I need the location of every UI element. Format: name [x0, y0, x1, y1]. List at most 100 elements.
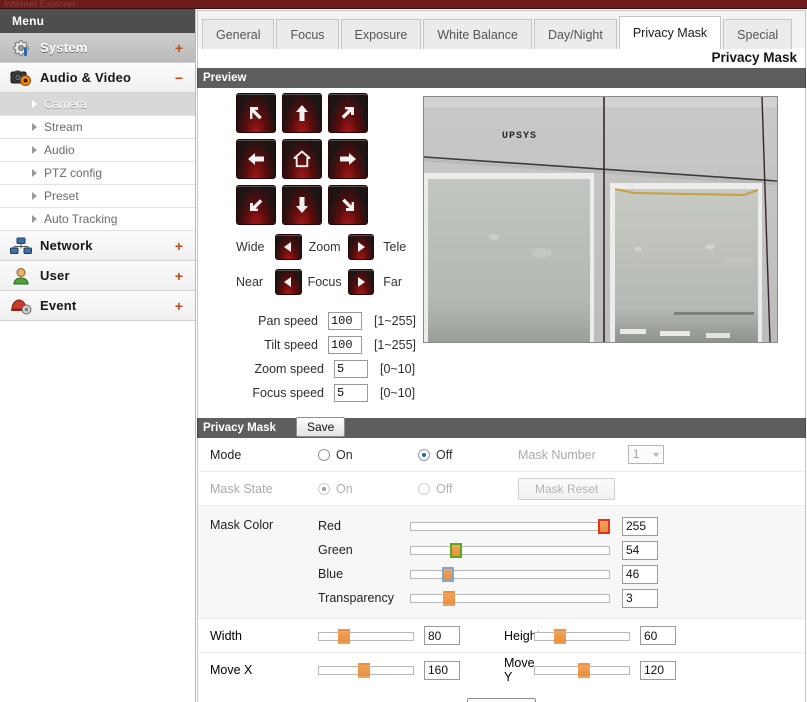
pan-speed-label: Pan speed [258, 314, 318, 328]
transparency-slider[interactable] [410, 591, 610, 606]
sidebar-item-audio[interactable]: Audio [0, 139, 195, 162]
height-value-input[interactable] [640, 626, 676, 645]
move-x-slider[interactable] [318, 663, 414, 678]
chevron-right-icon [32, 100, 37, 108]
slider-track [534, 631, 630, 641]
chevron-right-icon [32, 123, 37, 131]
red-slider[interactable] [410, 519, 610, 534]
blue-slider[interactable] [410, 567, 610, 582]
sidebar-item-camera[interactable]: Camera [0, 93, 195, 116]
ptz-up-left-button[interactable] [236, 93, 276, 133]
sidebar-group-audio-video[interactable]: Audio & Video − [0, 63, 195, 93]
blue-value-input[interactable] [622, 564, 658, 584]
sidebar-toggle-event[interactable]: + [175, 299, 183, 313]
slider-thumb[interactable] [443, 591, 455, 606]
tilt-speed-input[interactable] [327, 336, 362, 354]
focus-control-row: Near Focus Far [236, 269, 416, 295]
save-button[interactable]: Save [296, 417, 346, 437]
default-button[interactable]: Default [467, 698, 536, 702]
zoom-wide-button[interactable] [274, 234, 302, 260]
mask-number-value: 1 [633, 448, 640, 461]
focus-far-label: Far [383, 275, 403, 289]
default-button-wrap: Default [198, 687, 805, 702]
height-slider[interactable] [534, 628, 630, 644]
mask-state-on-radio[interactable]: On [318, 482, 418, 496]
width-value-input[interactable] [424, 626, 460, 645]
green-slider[interactable] [410, 543, 610, 558]
transparency-value-input[interactable] [622, 588, 658, 608]
sidebar-group-event[interactable]: Event + [0, 291, 195, 321]
move-x-value-input[interactable] [424, 660, 460, 680]
ptz-left-button[interactable] [236, 139, 276, 179]
video-preview[interactable]: UPSYS [423, 96, 778, 343]
red-label: Red [318, 519, 341, 533]
slider-thumb[interactable] [358, 663, 370, 678]
slider-thumb[interactable] [578, 663, 590, 678]
sidebar-item-preset[interactable]: Preset [0, 185, 195, 208]
pan-speed-range: [1~255] [373, 314, 416, 328]
zoom-speed-range: [0~10] [380, 362, 416, 376]
zoom-wide-label: Wide [236, 240, 265, 254]
tab-special[interactable]: Special [723, 19, 793, 49]
ptz-up-right-button[interactable] [328, 93, 368, 133]
slider-thumb[interactable] [598, 519, 610, 534]
sidebar-group-network[interactable]: Network + [0, 231, 195, 261]
ptz-up-button[interactable] [282, 93, 322, 133]
tab-privacy-mask[interactable]: Privacy Mask [618, 16, 722, 49]
width-height-row: Width Height [198, 619, 805, 653]
transparency-label: Transparency [318, 591, 394, 605]
focus-speed-input[interactable] [334, 384, 368, 402]
sidebar-group-label: User [40, 268, 70, 283]
sidebar-group-label: Audio & Video [40, 70, 132, 85]
slider-thumb[interactable] [442, 567, 454, 582]
chevron-right-icon [32, 192, 37, 200]
ptz-down-button[interactable] [282, 185, 322, 225]
red-value-input[interactable] [622, 516, 658, 536]
green-value-input[interactable] [622, 540, 658, 560]
content-panel: General Focus Exposure White Balance Day… [196, 9, 807, 702]
sidebar-toggle-user[interactable]: + [175, 269, 183, 283]
sidebar-item-stream[interactable]: Stream [0, 116, 195, 139]
sidebar-group-user[interactable]: User + [0, 261, 195, 291]
sidebar-group-system[interactable]: System + [0, 33, 195, 63]
move-x-control [318, 660, 460, 680]
mask-number-select[interactable]: 1 [628, 445, 664, 464]
sidebar-toggle-network[interactable]: + [175, 239, 183, 253]
mask-state-off-radio[interactable]: Off [418, 482, 518, 496]
zoom-tele-button[interactable] [347, 234, 375, 260]
move-y-slider[interactable] [534, 663, 630, 678]
move-y-value-input[interactable] [640, 660, 676, 680]
move-y-control [534, 660, 676, 680]
pan-speed-input[interactable] [327, 312, 362, 330]
mode-on-radio[interactable]: On [318, 448, 418, 462]
tab-exposure[interactable]: Exposure [340, 19, 422, 49]
slider-thumb[interactable] [450, 543, 462, 558]
width-slider[interactable] [318, 628, 414, 644]
chevron-right-icon [32, 146, 37, 154]
sidebar-item-auto-tracking[interactable]: Auto Tracking [0, 208, 195, 231]
gear-icon [8, 38, 34, 58]
ptz-down-right-button[interactable] [328, 185, 368, 225]
tab-general[interactable]: General [202, 19, 275, 49]
focus-far-button[interactable] [347, 269, 375, 295]
mask-color-block: Mask Color Red Green [198, 506, 805, 619]
sidebar-toggle-audio-video[interactable]: − [175, 71, 183, 85]
tab-white-balance[interactable]: White Balance [423, 19, 532, 49]
zoom-speed-input[interactable] [334, 360, 368, 378]
sidebar-toggle-system[interactable]: + [175, 41, 183, 55]
sidebar-group-label: System [40, 40, 88, 55]
slider-thumb[interactable] [338, 628, 350, 644]
ptz-down-left-button[interactable] [236, 185, 276, 225]
home-icon[interactable] [282, 139, 322, 179]
tab-day-night[interactable]: Day/Night [533, 19, 617, 49]
tab-focus[interactable]: Focus [276, 19, 339, 49]
radio-dot-icon [418, 448, 430, 461]
mask-state-row: Mask State On Off Mask Reset [198, 472, 805, 506]
slider-thumb[interactable] [554, 628, 566, 644]
mode-off-radio[interactable]: Off [418, 448, 518, 462]
ptz-right-button[interactable] [328, 139, 368, 179]
mask-reset-button[interactable]: Mask Reset [518, 477, 616, 500]
sidebar-item-ptz-config[interactable]: PTZ config [0, 162, 195, 185]
focus-near-button[interactable] [274, 269, 302, 295]
tab-bar: General Focus Exposure White Balance Day… [197, 10, 806, 49]
